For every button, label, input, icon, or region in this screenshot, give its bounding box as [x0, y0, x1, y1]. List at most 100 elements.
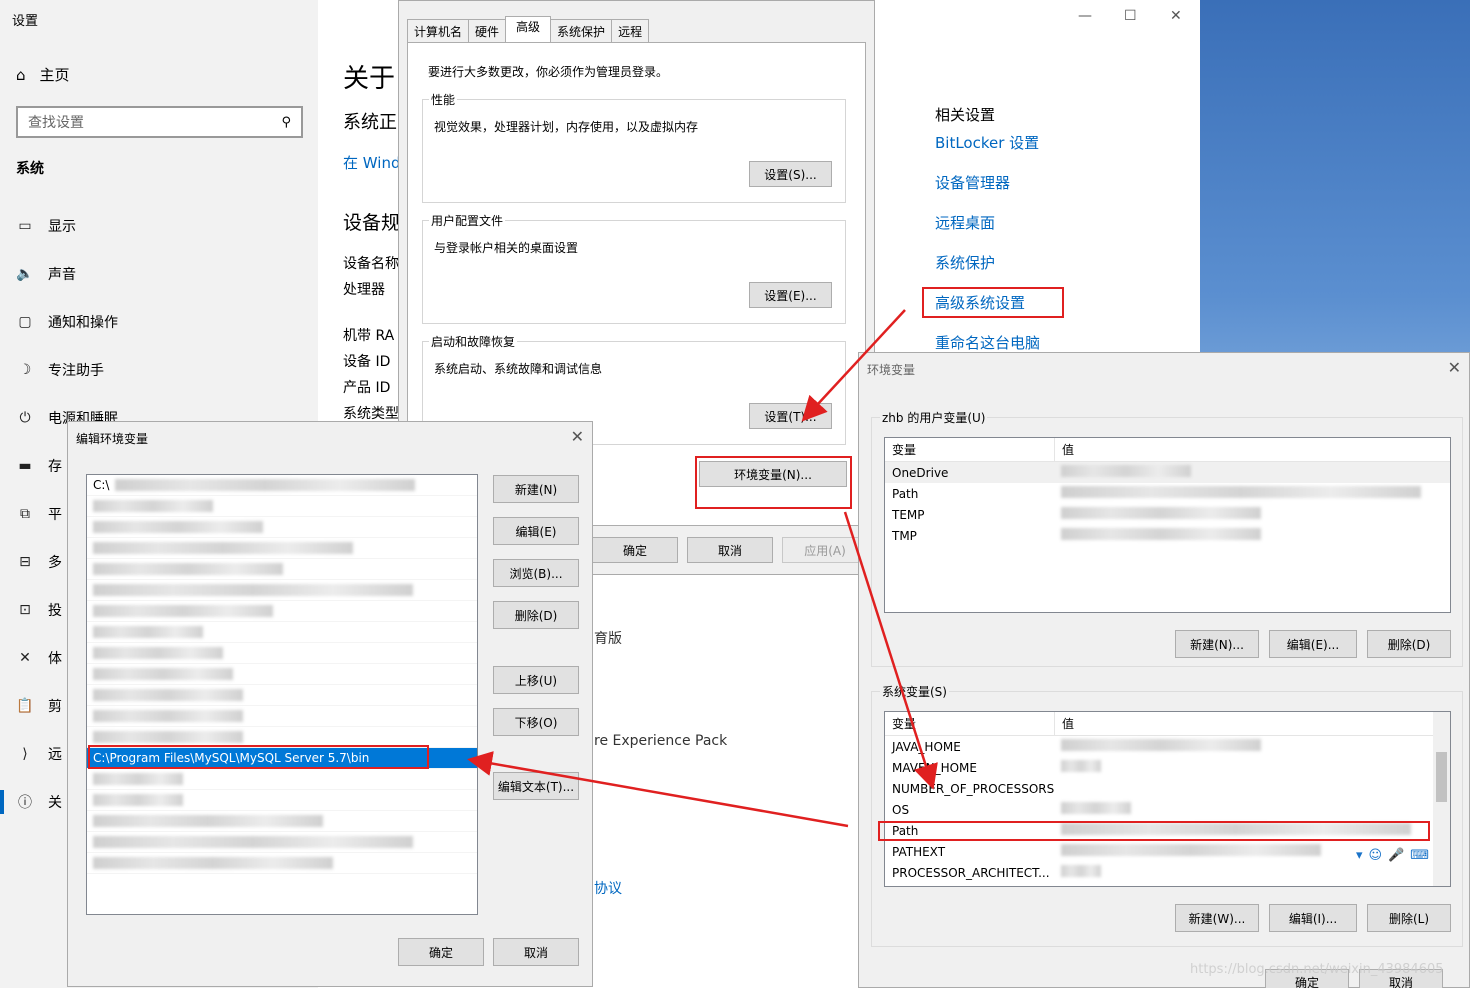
move-up-button[interactable]: 上移(U)	[493, 666, 579, 694]
cancel-button[interactable]: 取消	[493, 938, 579, 966]
system-new-button[interactable]: 新建(W)...	[1175, 904, 1259, 932]
table-row[interactable]: TMP	[885, 525, 1450, 546]
list-item[interactable]	[87, 811, 477, 832]
nav-storage[interactable]: ▬ 存	[16, 454, 62, 478]
close-icon[interactable]: ✕	[1170, 8, 1182, 24]
path-entries-list[interactable]: C:\ C:\Program Files\MySQL\MySQL Server …	[86, 474, 478, 915]
edit-button[interactable]: 编辑(E)	[493, 517, 579, 545]
new-button[interactable]: 新建(N)	[493, 475, 579, 503]
var-name: TEMP	[892, 507, 925, 522]
list-item[interactable]	[87, 706, 477, 727]
remote-desktop-link[interactable]: 远程桌面	[935, 212, 995, 233]
list-item[interactable]	[87, 643, 477, 664]
user-new-button[interactable]: 新建(N)...	[1175, 630, 1259, 658]
tab-system-protection[interactable]: 系统保护	[550, 19, 613, 43]
list-item[interactable]	[87, 685, 477, 706]
bitlocker-link[interactable]: BitLocker 设置	[935, 132, 1039, 153]
startup-settings-button[interactable]: 设置(T)...	[749, 403, 832, 429]
nav-notifications[interactable]: ▢ 通知和操作	[16, 310, 118, 334]
user-variables-list[interactable]: 变量 值 OneDrive Path TEMP TMP	[884, 437, 1451, 613]
scrollbar-thumb[interactable]	[1436, 752, 1447, 802]
list-item[interactable]: C:\	[87, 475, 477, 496]
settings-search-input[interactable]: 查找设置 ⚲	[16, 106, 303, 138]
maximize-icon[interactable]: ☐	[1124, 8, 1137, 24]
comment-icon[interactable]: ▾	[1356, 848, 1363, 863]
nav-about[interactable]: ⓘ 关	[16, 790, 62, 814]
system-protection-link[interactable]: 系统保护	[935, 252, 995, 273]
table-row[interactable]: Path	[885, 483, 1450, 504]
column-value[interactable]: 值	[1055, 441, 1074, 458]
browse-button[interactable]: 浏览(B)...	[493, 559, 579, 587]
system-delete-button[interactable]: 删除(L)	[1367, 904, 1451, 932]
column-variable[interactable]: 变量	[885, 438, 1055, 461]
experience-pack-fragment: re Experience Pack	[594, 733, 728, 749]
list-item[interactable]	[87, 601, 477, 622]
column-variable[interactable]: 变量	[885, 712, 1055, 735]
table-row[interactable]: OS	[885, 799, 1450, 820]
smiley-icon[interactable]: ☺	[1369, 848, 1383, 863]
table-row[interactable]: OneDrive	[885, 462, 1450, 483]
list-item[interactable]	[87, 832, 477, 853]
move-down-button[interactable]: 下移(O)	[493, 708, 579, 736]
ok-button[interactable]: 确定	[398, 938, 484, 966]
system-list-scrollbar[interactable]	[1433, 712, 1450, 886]
agreement-link[interactable]: 协议	[594, 878, 622, 898]
list-item[interactable]	[87, 769, 477, 790]
profiles-settings-button[interactable]: 设置(E)...	[749, 282, 832, 308]
redacted-value	[1061, 528, 1261, 540]
nav-focus-assist[interactable]: ☽ 专注助手	[16, 358, 104, 382]
list-item[interactable]	[87, 538, 477, 559]
nav-clipboard[interactable]: 📋 剪	[16, 694, 62, 718]
device-manager-link[interactable]: 设备管理器	[935, 172, 1010, 193]
nav-remote-desktop[interactable]: ⟩ 远	[16, 742, 62, 766]
list-item[interactable]	[87, 517, 477, 538]
list-item[interactable]	[87, 622, 477, 643]
nav-tablet[interactable]: ⧉ 平	[16, 502, 62, 526]
share-icon: ✕	[19, 650, 31, 666]
list-item[interactable]	[87, 580, 477, 601]
nav-display[interactable]: ▭ 显示	[16, 214, 76, 238]
user-edit-button[interactable]: 编辑(E)...	[1269, 630, 1357, 658]
environment-variables-dialog: 环境变量 ✕ zhb 的用户变量(U) 变量 值 OneDrive Path T…	[858, 352, 1470, 988]
notification-icon: ▢	[18, 314, 32, 330]
apply-button[interactable]: 应用(A)	[782, 537, 868, 563]
performance-settings-button[interactable]: 设置(S)...	[749, 161, 832, 187]
redacted-value	[1061, 760, 1101, 772]
search-placeholder: 查找设置	[28, 115, 84, 131]
table-row[interactable]: TEMP	[885, 504, 1450, 525]
minimize-icon[interactable]: —	[1078, 8, 1092, 24]
nav-sound[interactable]: 🔈 声音	[16, 262, 76, 286]
table-row[interactable]: PROCESSOR_ARCHITECT...	[885, 862, 1450, 883]
list-item[interactable]	[87, 664, 477, 685]
nav-projecting[interactable]: ⊡ 投	[16, 598, 62, 622]
keyboard-icon[interactable]: ⌨	[1410, 848, 1429, 863]
ime-tray[interactable]: ▾ ☺ 🎤 ⌨	[1356, 848, 1429, 863]
home-nav[interactable]: ⌂ 主页	[16, 64, 70, 85]
close-icon[interactable]: ✕	[1448, 358, 1461, 377]
tab-computer-name[interactable]: 计算机名	[407, 19, 470, 43]
tab-advanced[interactable]: 高级	[505, 16, 552, 43]
table-row[interactable]: NUMBER_OF_PROCESSORS	[885, 778, 1450, 799]
ok-button[interactable]: 确定	[592, 537, 678, 563]
tab-hardware[interactable]: 硬件	[468, 19, 507, 43]
list-item[interactable]	[87, 559, 477, 580]
edit-text-button[interactable]: 编辑文本(T)...	[493, 772, 579, 800]
redacted-value	[1061, 865, 1101, 877]
table-row[interactable]: MAVEN_HOME	[885, 757, 1450, 778]
nav-multitasking[interactable]: ⊟ 多	[16, 550, 62, 574]
system-edit-button[interactable]: 编辑(I)...	[1269, 904, 1357, 932]
windows-link[interactable]: 在 Wind	[343, 152, 398, 173]
close-icon[interactable]: ✕	[571, 427, 584, 446]
user-delete-button[interactable]: 删除(D)	[1367, 630, 1451, 658]
nav-shared-experiences[interactable]: ✕ 体	[16, 646, 62, 670]
delete-button[interactable]: 删除(D)	[493, 601, 579, 629]
list-item[interactable]	[87, 790, 477, 811]
cancel-button[interactable]: 取消	[687, 537, 773, 563]
list-item[interactable]	[87, 853, 477, 874]
rename-pc-link[interactable]: 重命名这台电脑	[935, 332, 1040, 353]
table-row[interactable]: JAVA_HOME	[885, 736, 1450, 757]
microphone-icon[interactable]: 🎤	[1388, 848, 1404, 863]
list-item[interactable]	[87, 496, 477, 517]
column-value[interactable]: 值	[1055, 715, 1074, 732]
tab-remote[interactable]: 远程	[611, 19, 650, 43]
